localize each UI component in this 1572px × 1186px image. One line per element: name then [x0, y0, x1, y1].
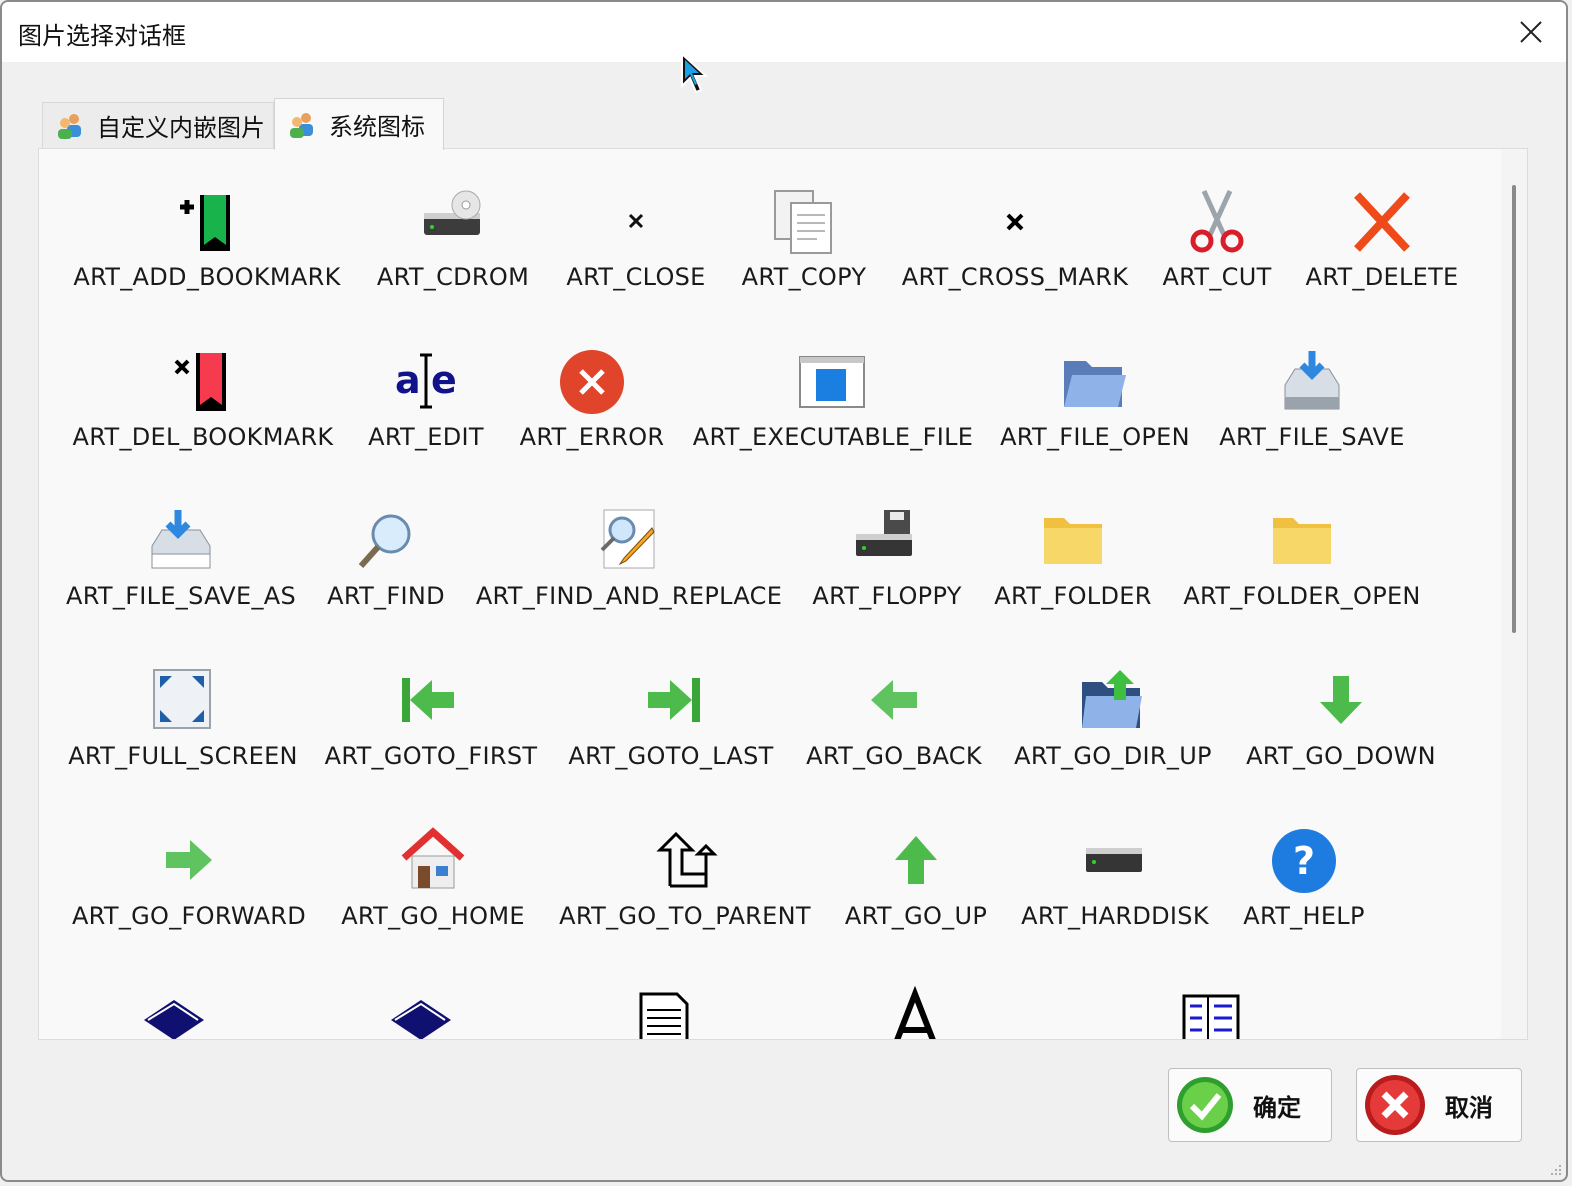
tab-system-icons[interactable]: 系统图标 — [274, 98, 444, 150]
icon-label: ART_FULL_SCREEN — [68, 742, 298, 770]
icon-label: ART_CLOSE — [566, 263, 706, 291]
icon-label: ART_DEL_BOOKMARK — [72, 423, 334, 451]
help-icon: ? — [1269, 826, 1339, 896]
icon-label: ART_GO_UP — [844, 902, 988, 930]
icon-label: ART_FIND — [327, 582, 445, 610]
folder-icon — [1038, 506, 1108, 576]
executable-file-icon — [798, 347, 868, 417]
add-bookmark-icon — [172, 187, 242, 257]
find-and-replace-icon — [594, 506, 664, 576]
file-save-as-icon — [146, 506, 216, 576]
icon-label: ART_EXECUTABLE_FILE — [692, 423, 974, 451]
full-screen-icon — [148, 666, 218, 736]
icon-label: ART_FOLDER_OPEN — [1183, 582, 1421, 610]
icon-label: ART_GO_TO_PARENT — [559, 902, 811, 930]
error-icon — [557, 347, 627, 417]
delete-icon — [1347, 187, 1417, 257]
icon-label: ART_HARDDISK — [1021, 902, 1209, 930]
cancel-button-label: 取消 — [1445, 1093, 1493, 1122]
icon-label: ART_FIND_AND_REPLACE — [475, 582, 783, 610]
go-back-icon — [859, 666, 929, 736]
ok-button-label: 确定 — [1253, 1093, 1301, 1122]
go-down-icon — [1306, 666, 1376, 736]
cdrom-icon — [418, 187, 488, 257]
ok-button[interactable]: 确定 — [1168, 1068, 1332, 1142]
icon-label: ART_FILE_SAVE — [1219, 423, 1405, 451]
list-view-icon — [1176, 986, 1246, 1039]
go-dir-up-icon — [1078, 666, 1148, 736]
close-icon — [601, 187, 671, 257]
tab-custom-embedded-images[interactable]: 自定义内嵌图片 — [42, 102, 274, 148]
window-title: 图片选择对话框 — [18, 22, 186, 50]
icon-label: ART_GO_HOME — [341, 902, 525, 930]
font-icon — [880, 986, 950, 1039]
icon-label: ART_GO_BACK — [806, 742, 982, 770]
mouse-cursor-icon — [681, 52, 709, 94]
edit-icon: ae — [391, 347, 461, 417]
svg-text:?: ? — [1293, 839, 1315, 883]
help-book-icon — [140, 986, 210, 1039]
icon-label: ART_FLOPPY — [812, 582, 962, 610]
copy-icon — [769, 187, 839, 257]
icon-label: ART_COPY — [741, 263, 867, 291]
icon-label: ART_FOLDER — [994, 582, 1152, 610]
icon-label: ART_GO_FORWARD — [71, 902, 307, 930]
icon-label: ART_ADD_BOOKMARK — [73, 263, 341, 291]
cancel-button[interactable]: 取消 — [1356, 1068, 1522, 1142]
floppy-icon — [852, 506, 922, 576]
close-icon — [1520, 21, 1542, 43]
icon-label: ART_GO_DOWN — [1246, 742, 1436, 770]
cross-mark-icon — [980, 187, 1050, 257]
goto-last-icon — [636, 666, 706, 736]
icon-label: ART_GO_DIR_UP — [1014, 742, 1212, 770]
find-icon — [351, 506, 421, 576]
icon-label: ART_GOTO_LAST — [568, 742, 774, 770]
help-book-icon — [387, 986, 457, 1039]
report-view-icon — [629, 986, 699, 1039]
tab-label: 自定义内嵌图片 — [97, 114, 265, 142]
svg-text:e: e — [431, 358, 457, 402]
go-to-parent-icon — [650, 826, 720, 896]
icon-label: ART_FILE_OPEN — [1000, 423, 1190, 451]
harddisk-icon — [1080, 826, 1150, 896]
icon-label: ART_EDIT — [368, 423, 484, 451]
goto-first-icon — [396, 666, 466, 736]
file-open-icon — [1060, 347, 1130, 417]
dialog-window: 图片选择对话框 自定义内嵌图片 系统图标 ART_ADD_BOOKMARK AR… — [0, 0, 1568, 1182]
folder-open-icon — [1267, 506, 1337, 576]
users-icon — [58, 113, 81, 139]
cancel-x-icon — [1365, 1075, 1425, 1135]
title-bar: 图片选择对话框 — [2, 2, 1566, 62]
icon-label: ART_DELETE — [1305, 263, 1459, 291]
scrollbar-thumb[interactable] — [1512, 185, 1516, 633]
checkmark-icon — [1177, 1077, 1233, 1133]
icon-label: ART_HELP — [1243, 902, 1365, 930]
users-icon — [290, 112, 313, 138]
go-home-icon — [398, 826, 468, 896]
icon-label: ART_ERROR — [519, 423, 665, 451]
icon-label: ART_GOTO_FIRST — [324, 742, 538, 770]
icon-label: ART_CDROM — [376, 263, 530, 291]
cut-icon — [1182, 187, 1252, 257]
tab-label: 系统图标 — [329, 113, 425, 141]
icon-label: ART_CROSS_MARK — [901, 263, 1129, 291]
vertical-scrollbar[interactable] — [1501, 149, 1527, 1039]
svg-text:a: a — [395, 358, 421, 402]
del-bookmark-icon — [168, 347, 238, 417]
go-up-icon — [881, 826, 951, 896]
file-save-icon — [1277, 347, 1347, 417]
resize-grip-icon[interactable] — [1548, 1162, 1562, 1176]
close-window-button[interactable] — [1496, 2, 1566, 62]
icon-label: ART_CUT — [1162, 263, 1272, 291]
go-forward-icon — [154, 826, 224, 896]
icon-label: ART_FILE_SAVE_AS — [65, 582, 297, 610]
icon-grid-panel: ART_ADD_BOOKMARK ART_CDROM ART_CLOSE ART… — [38, 148, 1528, 1040]
